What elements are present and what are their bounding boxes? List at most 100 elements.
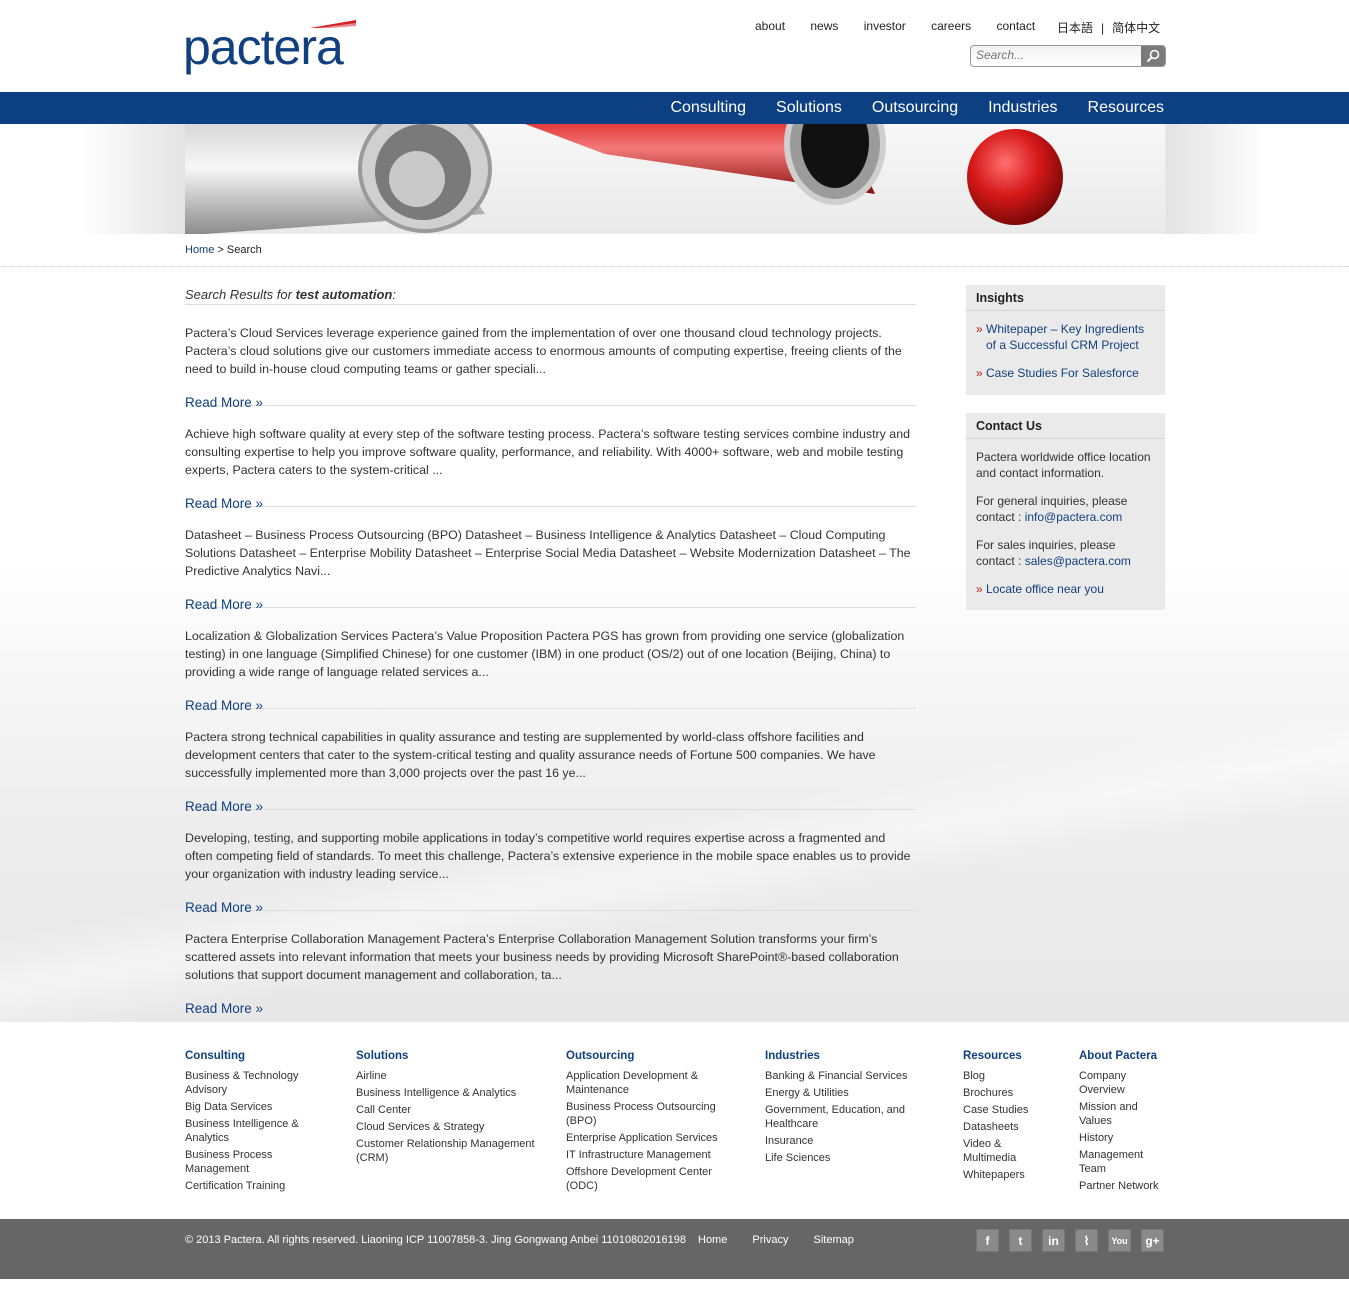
pactera-logo[interactable]: pactera [183, 20, 363, 75]
result-snippet: Pactera Enterprise Collaboration Managem… [185, 932, 899, 982]
footer-heading[interactable]: Solutions [356, 1049, 536, 1063]
careers-link[interactable]: careers [931, 19, 971, 33]
footer-home-link[interactable]: Home [698, 1234, 727, 1246]
footer-link[interactable]: Business Process Management [185, 1148, 310, 1176]
footer-link[interactable]: Certification Training [185, 1179, 310, 1193]
search-input[interactable] [971, 46, 1136, 64]
search-results: Search Results for test automation: Pact… [185, 287, 916, 1016]
logo-wordmark: pactera [183, 19, 344, 75]
footer-link[interactable]: Brochures [963, 1086, 1043, 1100]
googleplus-icon[interactable]: g+ [1141, 1229, 1164, 1252]
footer-sitemap-link[interactable]: Sitemap [814, 1234, 854, 1246]
footer-link[interactable]: IT Infrastructure Management [566, 1148, 726, 1162]
results-heading: Search Results for test automation: [185, 287, 916, 305]
footer-link[interactable]: Video & Multimedia [963, 1137, 1043, 1165]
footer-link[interactable]: Energy & Utilities [765, 1086, 915, 1100]
search-button[interactable] [1141, 46, 1165, 66]
copyright: © 2013 Pactera. All rights reserved. Lia… [185, 1234, 687, 1246]
result-item: Developing, testing, and supporting mobi… [185, 810, 916, 915]
insight-link-crm-whitepaper[interactable]: Whitepaper – Key Ingredients of a Succes… [976, 321, 1155, 353]
results-query: test automation [295, 287, 393, 302]
footer-link[interactable]: Management Team [1079, 1148, 1164, 1176]
search-box [970, 45, 1166, 67]
nav-consulting[interactable]: Consulting [670, 92, 746, 124]
footer-link[interactable]: Cloud Services & Strategy [356, 1120, 536, 1134]
footer-link[interactable]: Mission and Values [1079, 1100, 1164, 1128]
footer-link[interactable]: Insurance [765, 1134, 915, 1148]
general-email-link[interactable]: info@pactera.com [1025, 510, 1123, 524]
footer-heading[interactable]: Industries [765, 1049, 915, 1063]
contact-box: Contact Us Pactera worldwide office loca… [966, 413, 1165, 610]
footer-link[interactable]: Big Data Services [185, 1100, 310, 1114]
footer-heading[interactable]: Outsourcing [566, 1049, 726, 1063]
footer-link[interactable]: Customer Relationship Management (CRM) [356, 1137, 536, 1165]
footer-link[interactable]: Application Development & Maintenance [566, 1069, 726, 1097]
rss-icon[interactable]: ⌇ [1075, 1229, 1098, 1252]
footer-col-consulting: Consulting Business & Technology Advisor… [185, 1049, 310, 1196]
locate-office-link[interactable]: Locate office near you [976, 581, 1155, 597]
footer-link[interactable]: History [1079, 1131, 1164, 1145]
news-link[interactable]: news [810, 19, 838, 33]
contact-link[interactable]: contact [996, 19, 1035, 33]
facebook-icon[interactable]: f [976, 1229, 999, 1252]
footer-heading[interactable]: Consulting [185, 1049, 310, 1063]
footer-link[interactable]: Airline [356, 1069, 536, 1083]
results-suffix: : [392, 287, 396, 302]
result-snippet: Developing, testing, and supporting mobi… [185, 831, 911, 881]
footer-link[interactable]: Banking & Financial Services [765, 1069, 915, 1083]
youtube-icon[interactable]: You [1108, 1229, 1131, 1252]
nav-solutions[interactable]: Solutions [776, 92, 842, 124]
footer-link[interactable]: Life Sciences [765, 1151, 915, 1165]
result-item: Localization & Globalization Services Pa… [185, 608, 916, 713]
footer-link[interactable]: Partner Network [1079, 1179, 1164, 1193]
footer-heading[interactable]: About Pactera [1079, 1049, 1164, 1063]
footer-link[interactable]: Datasheets [963, 1120, 1043, 1134]
contact-title: Contact Us [966, 413, 1165, 439]
pipes-and-ball-illustration [185, 124, 1063, 234]
footer-link[interactable]: Offshore Development Center (ODC) [566, 1165, 726, 1193]
divider [0, 266, 1349, 267]
insights-box: Insights Whitepaper – Key Ingredients of… [966, 285, 1165, 395]
footer-link[interactable]: Business Intelligence & Analytics [356, 1086, 536, 1100]
footer-link[interactable]: Business Intelligence & Analytics [185, 1117, 310, 1145]
result-snippet: Pactera’s Cloud Services leverage experi… [185, 326, 902, 376]
result-snippet: Pactera strong technical capabilities in… [185, 730, 876, 780]
about-link[interactable]: about [755, 19, 785, 33]
sales-email-link[interactable]: sales@pactera.com [1025, 554, 1131, 568]
nav-industries[interactable]: Industries [988, 92, 1057, 124]
result-snippet: Achieve high software quality at every s… [185, 427, 910, 477]
footer-links: Home Privacy Sitemap [698, 1234, 876, 1246]
footer-link[interactable]: Call Center [356, 1103, 536, 1117]
footer-heading[interactable]: Resources [963, 1049, 1043, 1063]
footer-privacy-link[interactable]: Privacy [752, 1234, 788, 1246]
insight-link-salesforce[interactable]: Case Studies For Salesforce [976, 365, 1155, 381]
footer-link[interactable]: Government, Education, and Healthcare [765, 1103, 915, 1131]
nav-resources[interactable]: Resources [1088, 92, 1164, 124]
japanese-link[interactable]: 日本語 [1057, 21, 1093, 35]
footer-link[interactable]: Business Process Outsourcing (BPO) [566, 1100, 726, 1128]
result-item: Pactera strong technical capabilities in… [185, 709, 916, 814]
footer-col-industries: Industries Banking & Financial Services … [765, 1049, 915, 1168]
contact-intro: Pactera worldwide office location and co… [976, 450, 1151, 480]
main-navbar: Consulting Solutions Outsourcing Industr… [0, 92, 1349, 124]
read-more-link[interactable]: Read More » [185, 1001, 263, 1016]
footer-link[interactable]: Blog [963, 1069, 1043, 1083]
search-icon [1146, 49, 1160, 63]
footer-link[interactable]: Whitepapers [963, 1168, 1043, 1182]
linkedin-icon[interactable]: in [1042, 1229, 1065, 1252]
language-switcher: 日本語 | 简体中文 [1057, 19, 1160, 36]
twitter-icon[interactable]: t [1009, 1229, 1032, 1252]
footer-col-solutions: Solutions Airline Business Intelligence … [356, 1049, 536, 1168]
chinese-link[interactable]: 简体中文 [1112, 21, 1160, 35]
footer-link[interactable]: Enterprise Application Services [566, 1131, 726, 1145]
result-item: Pactera Enterprise Collaboration Managem… [185, 911, 916, 1016]
breadcrumb-home[interactable]: Home [185, 244, 214, 256]
footer-link[interactable]: Company Overview [1079, 1069, 1164, 1097]
footer-link[interactable]: Business & Technology Advisory [185, 1069, 310, 1097]
footer-link[interactable]: Case Studies [963, 1103, 1043, 1117]
result-item: Achieve high software quality at every s… [185, 406, 916, 511]
insights-title: Insights [966, 285, 1165, 311]
hero-banner-image [185, 124, 1165, 234]
nav-outsourcing[interactable]: Outsourcing [872, 92, 958, 124]
investor-link[interactable]: investor [864, 19, 906, 33]
